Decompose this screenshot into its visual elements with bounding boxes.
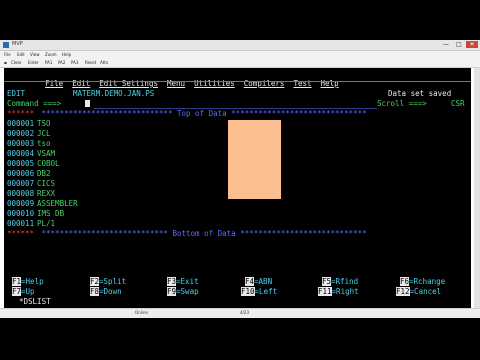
toolbar-clear[interactable]: Clear [11, 60, 21, 65]
line-number[interactable]: 000004 [7, 149, 34, 158]
pf-key[interactable]: F2=Split [90, 277, 126, 286]
toolbar-pa1[interactable]: PA1 [45, 60, 52, 65]
menu-view[interactable]: View [30, 52, 40, 57]
pf-key[interactable]: F6=Rchange [400, 277, 445, 286]
edit-mode: EDIT [7, 89, 26, 98]
emulator-window: MVP — □ ✕ File Edit View Zoom Help ▪ Cle… [0, 40, 480, 318]
line-number[interactable]: 000011 [7, 219, 34, 228]
maximize-button[interactable]: □ [453, 41, 465, 48]
toolbar-reset[interactable]: Reset [85, 60, 96, 65]
pf-key[interactable]: F10=Left [241, 287, 277, 296]
line-number[interactable]: 000009 [7, 199, 34, 208]
minimize-button[interactable]: — [440, 41, 452, 48]
command-label: Command ===> [7, 99, 62, 108]
line-text[interactable]: CICS [37, 179, 55, 188]
connection-status: Online [135, 310, 148, 315]
line-text[interactable]: PL/1 [37, 219, 55, 228]
line-text[interactable]: TSO [37, 119, 51, 128]
ispf-action-bar: File Edit Edit_Settings Menu Utilities C… [18, 70, 339, 97]
line-text[interactable]: REXX [37, 189, 55, 198]
status-message: Data set saved [388, 89, 452, 98]
scroll-label: Scroll ===> [377, 99, 427, 108]
menu-help[interactable]: Help [62, 52, 71, 57]
pf-key[interactable]: F4=ABN [245, 277, 272, 286]
pf-key[interactable]: F7=Up [12, 287, 35, 296]
bottom-of-data-marker: **************************** Bottom of D… [37, 229, 367, 238]
scroll-value[interactable]: CSR [451, 99, 465, 108]
line-text[interactable]: VSAM [37, 149, 55, 158]
pf-key[interactable]: F11=Right [318, 287, 359, 296]
top-of-data-marker: ***************************** Top of Dat… [37, 109, 367, 118]
window-title: MVP [12, 41, 23, 47]
highlight-overlay [228, 120, 281, 199]
line-number[interactable]: 000002 [7, 129, 34, 138]
app-icon [3, 42, 9, 48]
action-bar-divider [4, 81, 471, 82]
pf-key[interactable]: F1=Help [12, 277, 44, 286]
text-cursor [85, 100, 90, 107]
line-number[interactable]: 000006 [7, 169, 34, 178]
pf-key[interactable]: F9=Swap [167, 287, 199, 296]
menu-file[interactable]: File [4, 52, 11, 57]
pf-key[interactable]: F3=Exit [167, 277, 199, 286]
toolbar: ▪ Clear Enter PA1 PA2 PA3 Reset Attn [0, 59, 480, 68]
toolbar-attn[interactable]: Attn [100, 60, 108, 65]
status-bar: Online 4/23 [0, 308, 480, 318]
toolbar-enter[interactable]: Enter [28, 60, 39, 65]
close-button[interactable]: ✕ [466, 41, 478, 48]
cursor-position: 4/23 [240, 310, 249, 315]
line-number[interactable]: 000003 [7, 139, 34, 148]
title-bar: MVP — □ ✕ [0, 40, 480, 51]
menu-bar: File Edit View Zoom Help [0, 51, 480, 59]
vertical-scrollbar[interactable] [474, 68, 480, 308]
line-text[interactable]: tso [37, 139, 51, 148]
command-hint: *DSLIST [19, 297, 51, 306]
pf-key[interactable]: F5=Rfind [322, 277, 358, 286]
toolbar-pa3[interactable]: PA3 [71, 60, 78, 65]
line-number[interactable]: 000010 [7, 209, 34, 218]
line-number[interactable]: 000008 [7, 189, 34, 198]
pf-key[interactable]: F8=Down [90, 287, 122, 296]
line-text[interactable]: DB2 [37, 169, 51, 178]
dataset-name: MATERM.DEMO.JAN.PS [73, 89, 155, 98]
line-number[interactable]: 000007 [7, 179, 34, 188]
line-text[interactable]: COBOL [37, 159, 60, 168]
line-text[interactable]: JCL [37, 129, 51, 138]
line-text[interactable]: ASSEMBLER [37, 199, 78, 208]
terminal-screen[interactable]: File Edit Edit_Settings Menu Utilities C… [4, 68, 471, 308]
line-number[interactable]: 000001 [7, 119, 34, 128]
menu-zoom[interactable]: Zoom [45, 52, 57, 57]
clear-icon[interactable]: ▪ [4, 60, 7, 65]
toolbar-pa2[interactable]: PA2 [58, 60, 65, 65]
mouse-pointer-icon: ↖ [278, 189, 282, 196]
top-line-prefix: ****** [7, 109, 35, 118]
pf-key[interactable]: F12=Cancel [396, 287, 441, 296]
menu-edit[interactable]: Edit [17, 52, 25, 57]
line-text[interactable]: IMS DB [37, 209, 64, 218]
bottom-line-prefix: ****** [7, 229, 35, 238]
line-number[interactable]: 000005 [7, 159, 34, 168]
